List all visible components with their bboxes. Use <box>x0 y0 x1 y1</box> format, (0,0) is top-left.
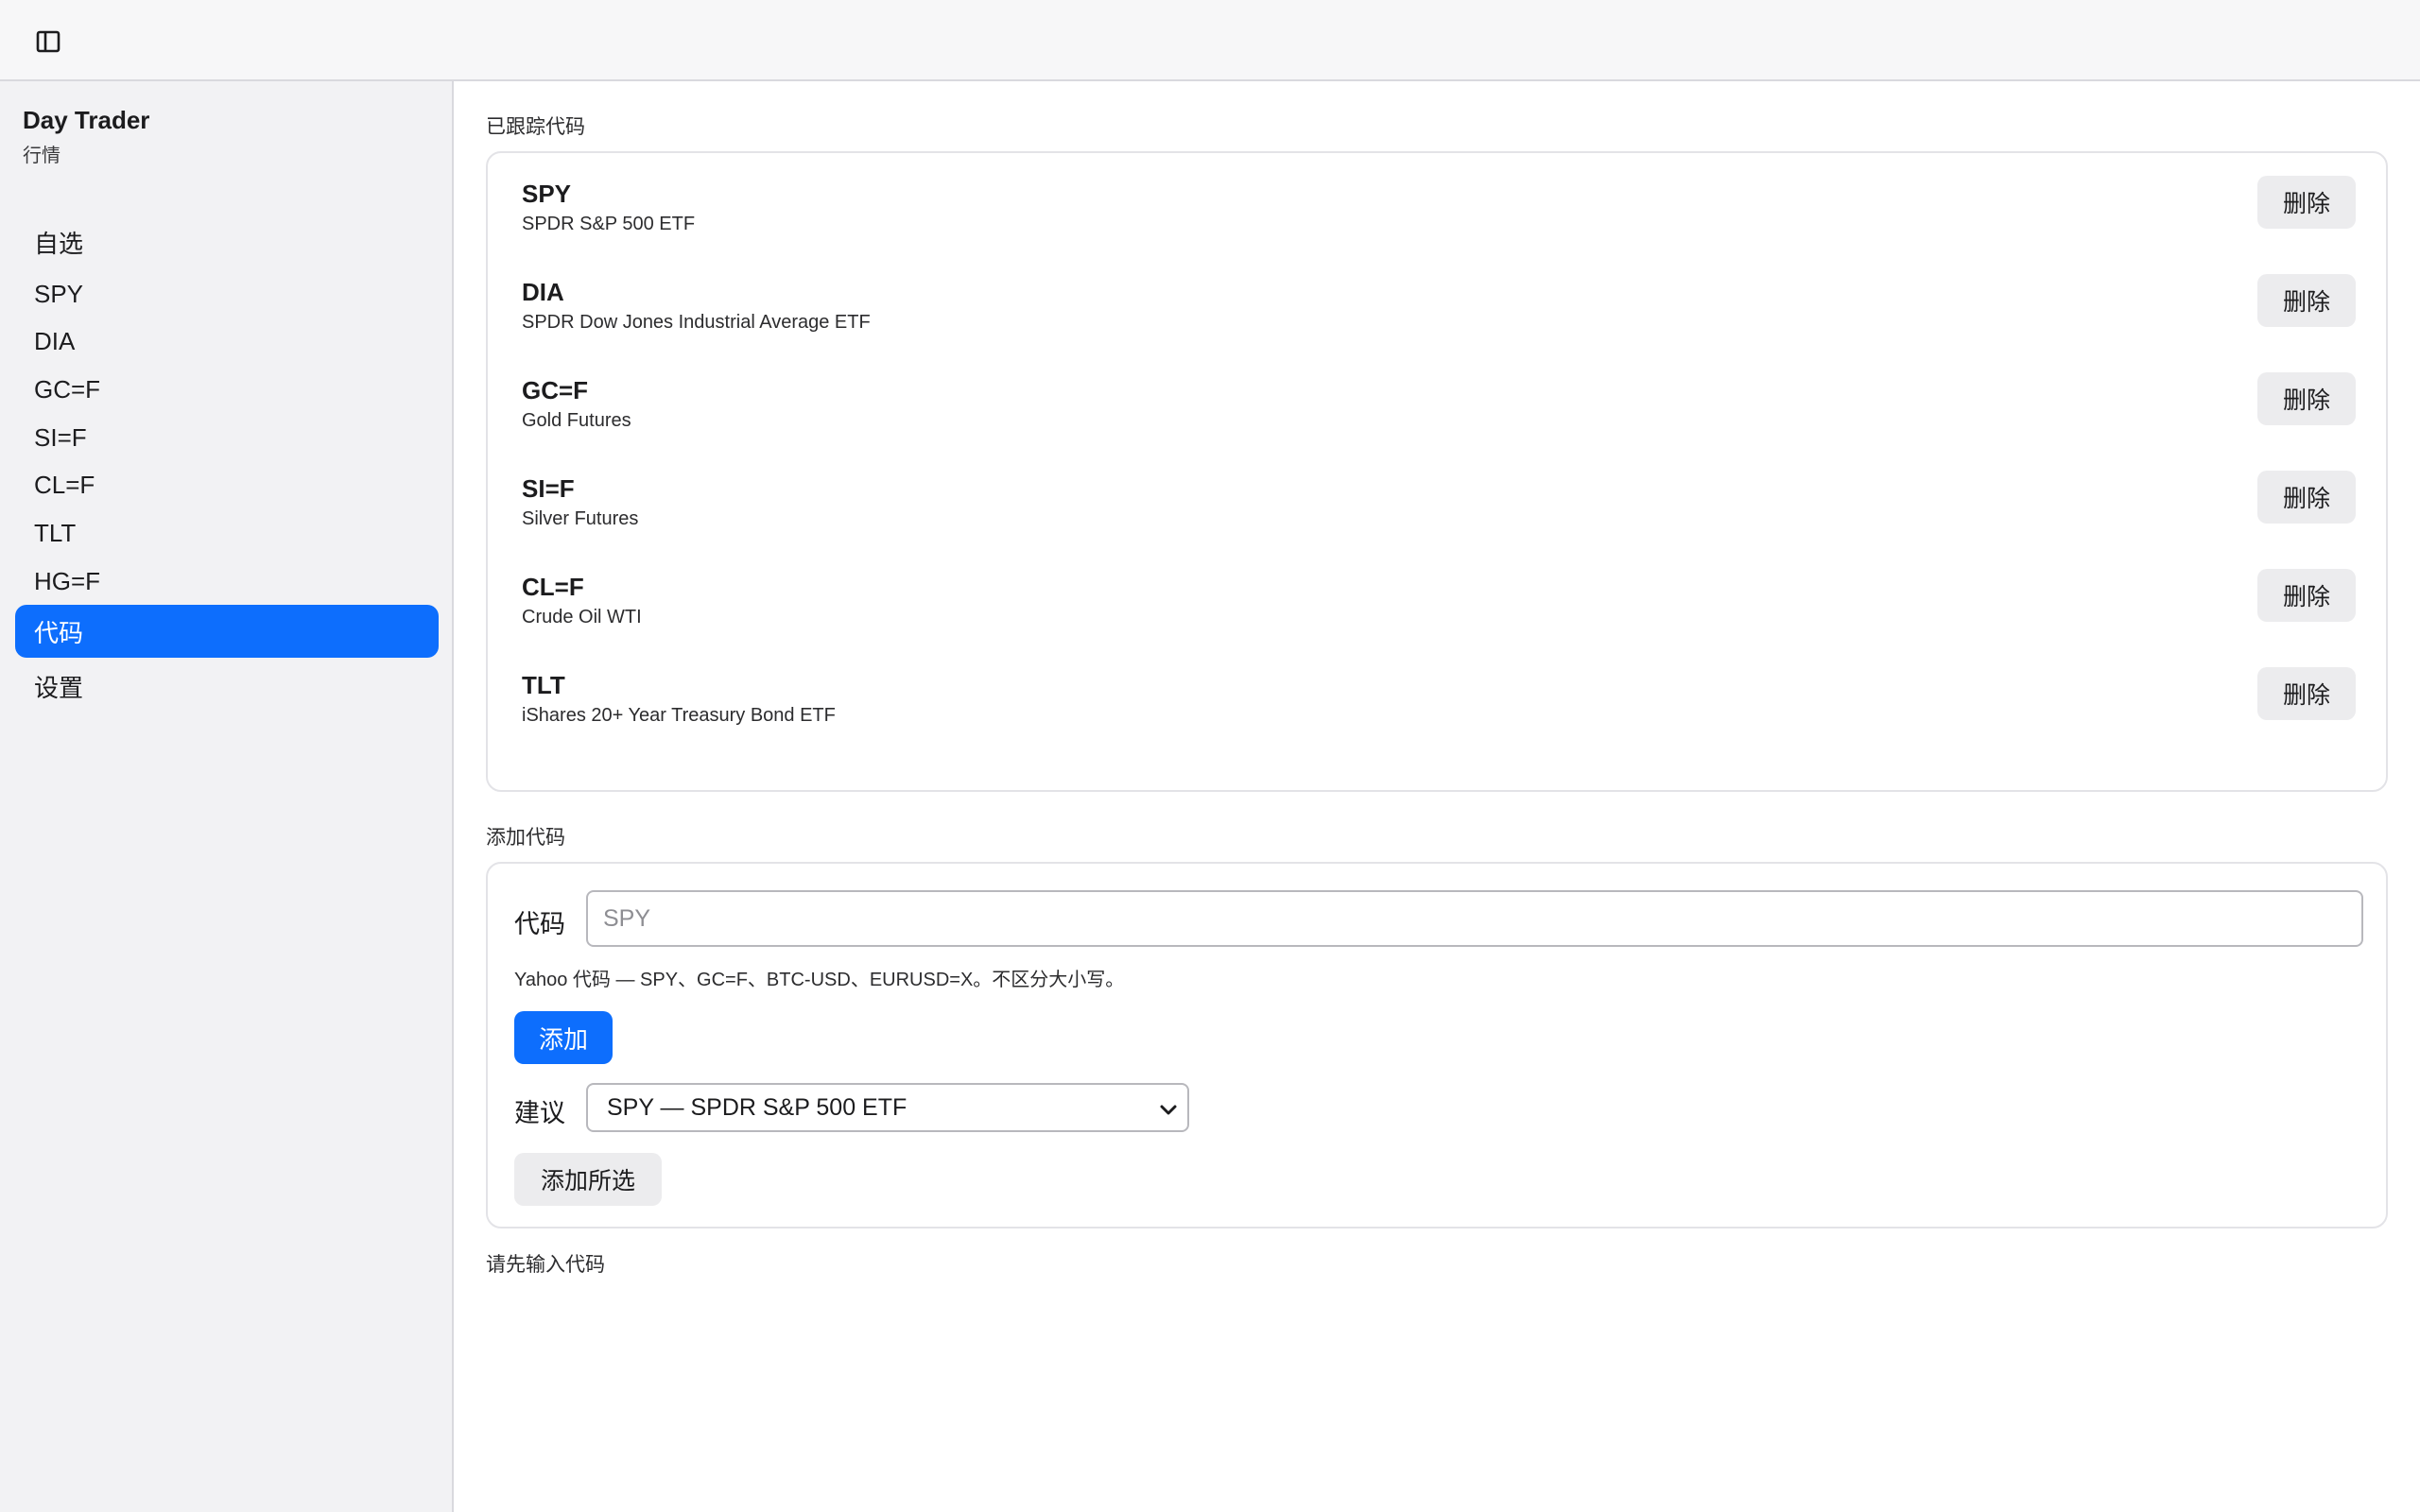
sidebar-toggle-icon[interactable] <box>34 27 62 56</box>
add-selected-button[interactable]: 添加所选 <box>514 1153 662 1206</box>
suggestion-select[interactable]: SPY — SPDR S&P 500 ETF <box>586 1083 1189 1132</box>
delete-button[interactable]: 删除 <box>2257 667 2356 720</box>
ticker-name: SPDR Dow Jones Industrial Average ETF <box>522 312 871 333</box>
symbol-field-label: 代码 <box>514 910 565 938</box>
delete-button[interactable]: 删除 <box>2257 569 2356 622</box>
sidebar-item-dia[interactable]: DIA <box>15 318 439 365</box>
status-message: 请先输入代码 <box>486 1254 605 1276</box>
tracked-symbols-card: SPY SPDR S&P 500 ETF 删除 DIA SPDR Dow Jon… <box>486 151 2388 792</box>
ticker-symbol: SI=F <box>522 474 575 503</box>
ticker-name: iShares 20+ Year Treasury Bond ETF <box>522 705 836 726</box>
sidebar-item-watchlist[interactable]: 自选 <box>15 214 439 270</box>
sidebar-item-tlt[interactable]: TLT <box>15 508 439 558</box>
ticker-name: Gold Futures <box>522 410 631 431</box>
delete-button[interactable]: 删除 <box>2257 471 2356 524</box>
ticker-row: TLT iShares 20+ Year Treasury Bond ETF 删… <box>522 667 2356 747</box>
sidebar-nav: 自选 SPY DIA GC=F SI=F CL=F TLT HG=F 代码 设置 <box>15 214 439 714</box>
app-title: Day Trader <box>23 106 150 134</box>
top-bar <box>0 0 2420 81</box>
delete-button[interactable]: 删除 <box>2257 372 2356 425</box>
symbol-hint: Yahoo 代码 — SPY、GC=F、BTC-USD、EURUSD=X。不区分… <box>514 970 1125 990</box>
ticker-row: GC=F Gold Futures 删除 <box>522 372 2356 452</box>
add-symbol-card: 代码 Yahoo 代码 — SPY、GC=F、BTC-USD、EURUSD=X。… <box>486 862 2388 1228</box>
ticker-symbol: GC=F <box>522 376 589 404</box>
app-subtitle: 行情 <box>23 146 60 166</box>
ticker-symbol: TLT <box>522 671 565 699</box>
sidebar-item-symbols[interactable]: 代码 <box>15 605 439 658</box>
sidebar-item-spy[interactable]: SPY <box>15 270 439 318</box>
add-button[interactable]: 添加 <box>514 1011 613 1064</box>
ticker-row: SPY SPDR S&P 500 ETF 删除 <box>522 176 2356 255</box>
delete-button[interactable]: 删除 <box>2257 274 2356 327</box>
sidebar-item-clf[interactable]: CL=F <box>15 461 439 508</box>
suggestion-label: 建议 <box>514 1099 565 1127</box>
ticker-symbol: CL=F <box>522 573 584 601</box>
ticker-symbol: DIA <box>522 278 564 306</box>
sidebar-item-settings[interactable]: 设置 <box>15 658 439 714</box>
symbol-input[interactable] <box>586 890 2363 947</box>
ticker-symbol: SPY <box>522 180 572 208</box>
sidebar-item-sif[interactable]: SI=F <box>15 414 439 461</box>
ticker-name: Crude Oil WTI <box>522 607 642 627</box>
tracked-symbols-heading: 已跟踪代码 <box>486 116 585 138</box>
add-symbol-heading: 添加代码 <box>486 827 565 849</box>
suggestion-selected-value: SPY — SPDR S&P 500 ETF <box>607 1093 908 1121</box>
ticker-name: SPDR S&P 500 ETF <box>522 214 696 234</box>
main-content: 已跟踪代码 SPY SPDR S&P 500 ETF 删除 DIA SPDR D… <box>454 81 2420 1512</box>
ticker-row: CL=F Crude Oil WTI 删除 <box>522 569 2356 648</box>
ticker-name: Silver Futures <box>522 508 639 529</box>
sidebar: Day Trader 行情 自选 SPY DIA GC=F SI=F CL=F … <box>0 81 454 1512</box>
ticker-row: DIA SPDR Dow Jones Industrial Average ET… <box>522 274 2356 353</box>
chevron-down-icon <box>1159 1098 1178 1125</box>
sidebar-item-hgf[interactable]: HG=F <box>15 558 439 605</box>
ticker-row: SI=F Silver Futures 删除 <box>522 471 2356 550</box>
sidebar-item-gcf[interactable]: GC=F <box>15 365 439 414</box>
delete-button[interactable]: 删除 <box>2257 176 2356 229</box>
